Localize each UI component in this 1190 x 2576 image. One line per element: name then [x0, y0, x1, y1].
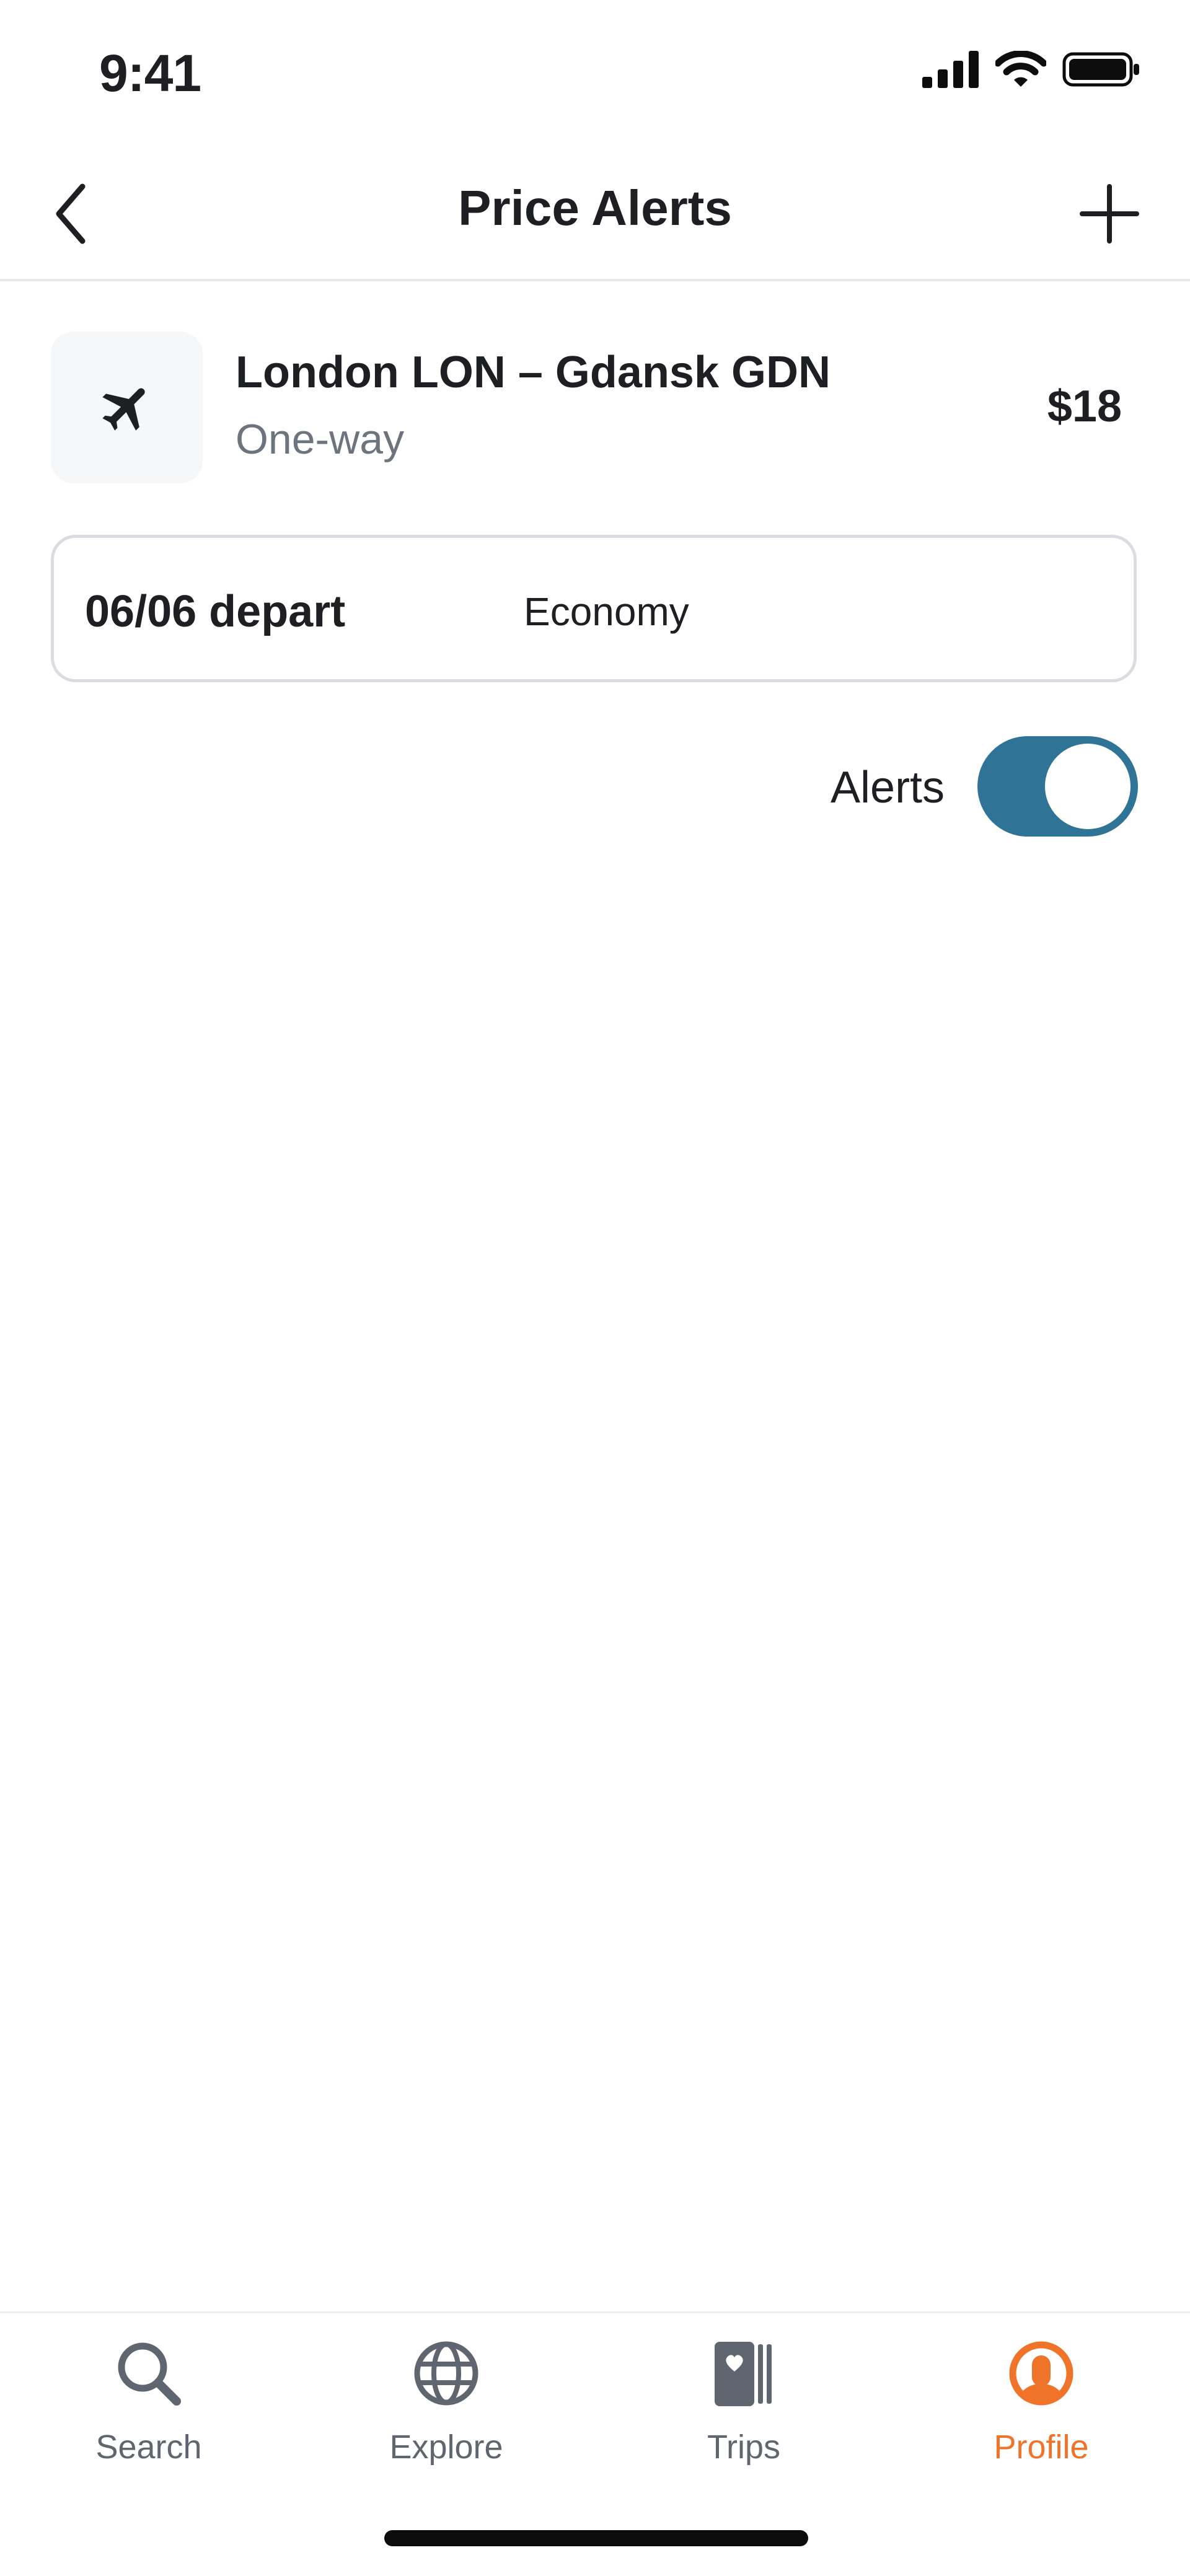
globe-icon [414, 2341, 478, 2406]
add-alert-button[interactable] [1066, 174, 1153, 254]
trip-type: One-way [236, 416, 405, 463]
nav-label-search: Search [95, 2429, 202, 2466]
toggle-knob [1045, 744, 1130, 829]
home-indicator [384, 2530, 808, 2546]
alert-details-card[interactable]: 06/06 depart Economy [51, 535, 1137, 682]
nav-item-trips[interactable]: Trips [595, 2330, 892, 2485]
nav-item-profile[interactable]: Profile [892, 2330, 1190, 2485]
battery-icon [1062, 52, 1139, 87]
header-divider [0, 279, 1190, 281]
nav-label-trips: Trips [707, 2429, 780, 2466]
trips-icon [715, 2342, 772, 2406]
route-icon-tile [51, 332, 203, 483]
airplane-icon [102, 388, 145, 431]
profile-icon [1009, 2341, 1073, 2406]
alerts-toggle[interactable] [977, 736, 1138, 837]
search-icon [118, 2342, 181, 2406]
departure-date: 06/06 depart [85, 587, 346, 636]
nav-item-explore[interactable]: Explore [298, 2330, 595, 2485]
alert-price: $18 [1047, 382, 1122, 431]
nav-label-profile: Profile [994, 2429, 1089, 2466]
status-icons [922, 51, 1140, 88]
plus-icon [1080, 184, 1139, 244]
cabin-class: Economy [524, 589, 689, 634]
alerts-toggle-label: Alerts [831, 763, 945, 812]
route-title: London LON – Gdansk GDN [236, 348, 831, 397]
bottom-nav-divider [0, 2311, 1190, 2313]
status-time: 9:41 [99, 44, 201, 102]
nav-item-search[interactable]: Search [0, 2330, 298, 2485]
page-title: Price Alerts [458, 180, 732, 235]
nav-label-explore: Explore [389, 2429, 503, 2466]
wifi-icon [995, 51, 1046, 87]
cellular-signal-icon [922, 51, 979, 88]
